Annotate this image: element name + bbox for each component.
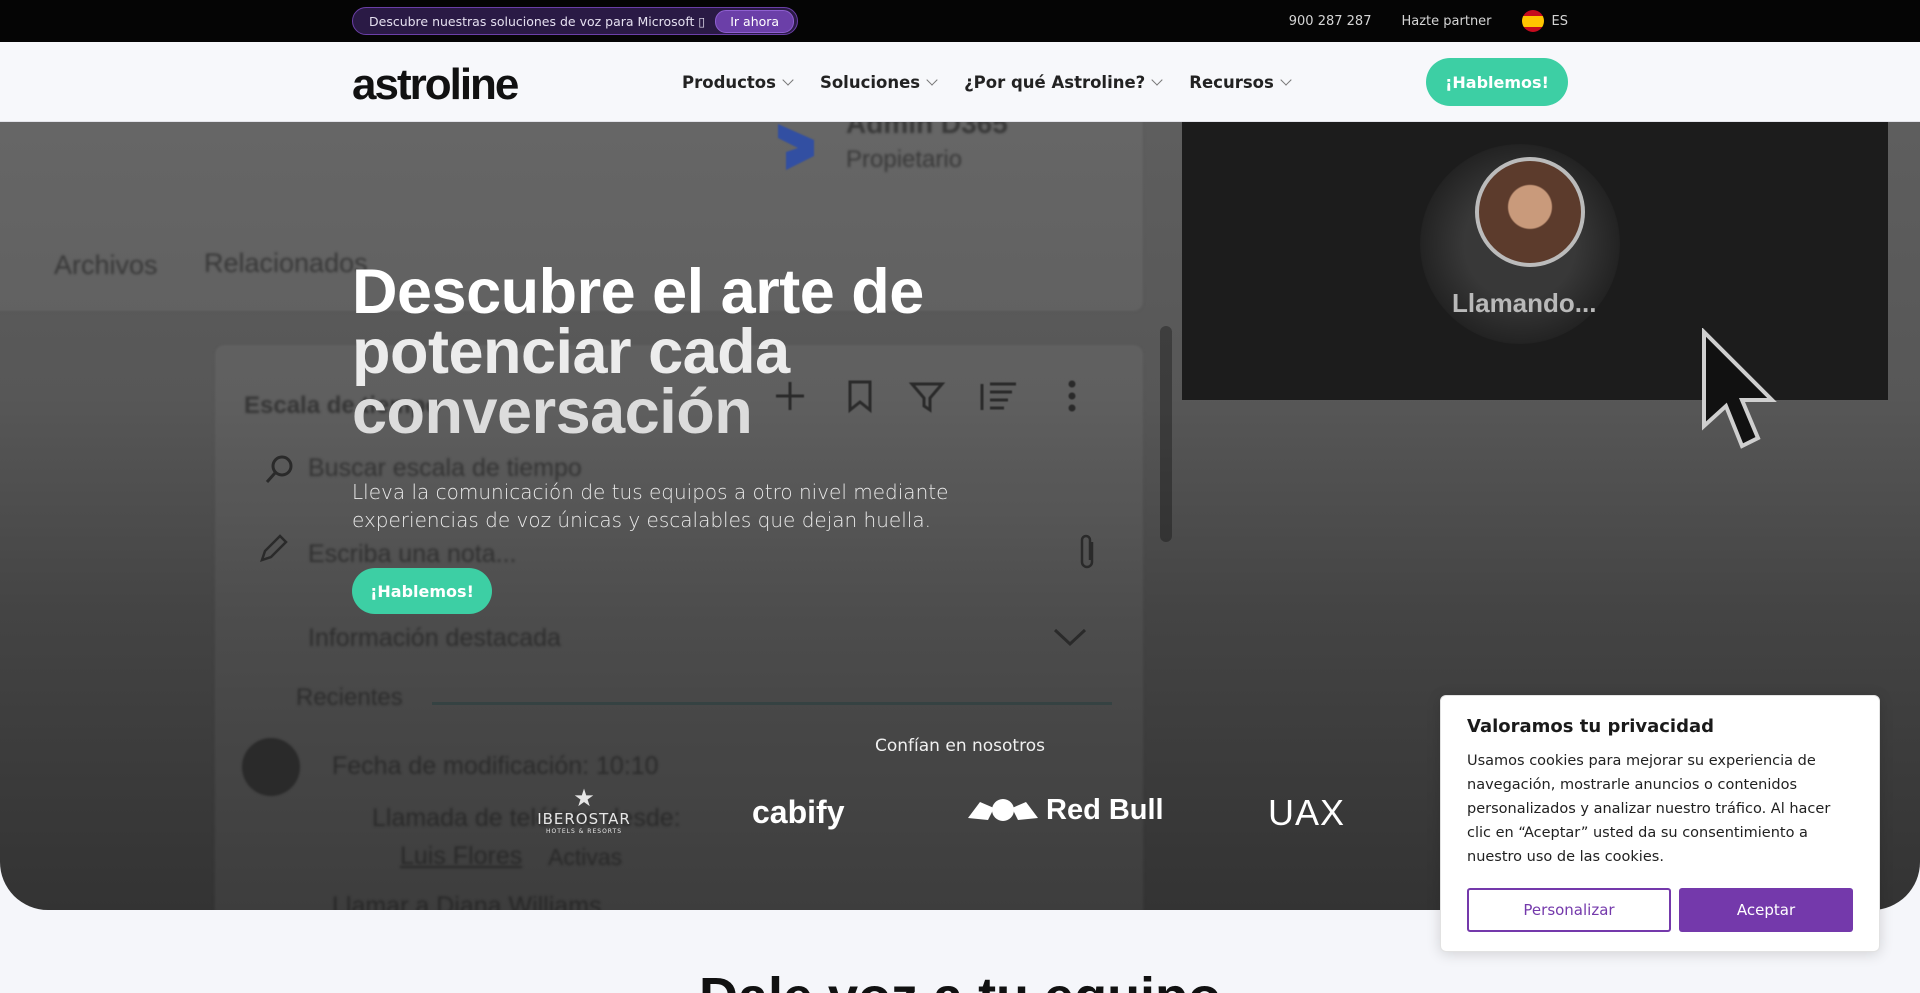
cabify-logo: cabify [752, 794, 845, 830]
nav-label: Recursos [1189, 72, 1274, 92]
promo-cta-button[interactable]: Ir ahora [715, 9, 795, 33]
bg-scrollbar [1160, 326, 1172, 542]
star-icon: ★ [573, 784, 595, 812]
chevron-down-icon [782, 74, 794, 86]
chevron-down-icon [926, 74, 938, 86]
header-contact-button[interactable]: ¡Hablemos! [1426, 58, 1568, 106]
redbull-logo: Red Bull [966, 792, 1164, 828]
chevron-down-icon [1280, 74, 1292, 86]
nav-recursos[interactable]: Recursos [1189, 72, 1292, 92]
bg-highlight-label: Información destacada [308, 624, 561, 652]
bg-admin-label: Admin D365 [846, 122, 1008, 139]
iberostar-name: IBEROSTAR [537, 810, 631, 828]
hero-contact-button[interactable]: ¡Hablemos! [352, 568, 492, 614]
phone-link[interactable]: 900 287 287 [1289, 14, 1372, 29]
promo-text: Descubre nuestras soluciones de voz para… [369, 13, 706, 29]
nav-productos[interactable]: Productos [682, 72, 794, 92]
hero-title: Descubre el arte de potenciar cada conve… [352, 257, 1032, 447]
nav-por-que-astroline[interactable]: ¿Por qué Astroline? [964, 72, 1163, 92]
site-header: astroline Productos Soluciones ¿Por qué … [0, 42, 1920, 122]
language-selector[interactable]: ES [1521, 10, 1568, 32]
cookie-customize-button[interactable]: Personalizar [1467, 888, 1671, 932]
cookie-title: Valoramos tu privacidad [1467, 716, 1715, 737]
main-nav: Productos Soluciones ¿Por qué Astroline?… [682, 42, 1292, 122]
bg-call-to-label: Llamar a Diana Williams [332, 892, 602, 910]
redbull-bulls-icon [968, 799, 1038, 821]
bg-tab-related: Relacionados [204, 248, 368, 278]
bg-search-icon [265, 455, 293, 483]
hero-title-line2: potenciar cada [352, 317, 790, 387]
redbull-name: Red Bull [1046, 793, 1164, 826]
cookie-accept-button[interactable]: Aceptar [1679, 888, 1853, 932]
hero-title-line3: conversación [352, 377, 753, 447]
promo-banner[interactable]: Descubre nuestras soluciones de voz para… [352, 7, 799, 35]
announcement-bar: Descubre nuestras soluciones de voz para… [0, 0, 1920, 42]
cursor-arrow-icon [1702, 328, 1777, 449]
iberostar-tagline: HOTELS & RESORTS [545, 828, 623, 835]
cookie-consent-dialog: Valoramos tu privacidad Usamos cookies p… [1440, 695, 1880, 952]
hero-title-line1: Descubre el arte de [352, 257, 924, 327]
bg-active-label: Activas [548, 844, 623, 870]
bg-tab-files: Archivos [54, 250, 158, 280]
bg-contact-label: Luis Flores [400, 842, 523, 870]
astroline-logo[interactable]: astroline [352, 60, 519, 110]
chevron-down-icon [1151, 74, 1163, 86]
bg-caller-avatar [1475, 157, 1585, 267]
partner-link[interactable]: Hazte partner [1401, 14, 1491, 29]
hero-subtitle: Lleva la comunicación de tus equipos a o… [352, 480, 949, 532]
bg-pencil-icon [260, 534, 288, 562]
iberostar-logo: ★ IBEROSTAR HOTELS & RESORTS [534, 786, 634, 835]
bg-modified-label: Fecha de modificación: 10:10 [332, 752, 659, 780]
dynamics-logo-icon [778, 124, 814, 170]
language-label: ES [1551, 13, 1568, 29]
bg-calling-label: Llamando... [1452, 288, 1597, 318]
bg-recent-label: Recientes [296, 684, 403, 711]
uax-logo: UAX [1268, 792, 1346, 833]
nav-label: ¿Por qué Astroline? [964, 72, 1146, 92]
bg-divider [432, 702, 1112, 705]
section-title: Dale voz a tu equipo [0, 966, 1920, 993]
spain-flag-icon [1521, 10, 1544, 32]
bg-attach-icon [1080, 534, 1094, 569]
bg-note-placeholder: Escriba una nota... [308, 540, 517, 568]
nav-soluciones[interactable]: Soluciones [819, 72, 938, 92]
nav-label: Productos [682, 72, 776, 92]
bg-owner-label: Propietario [846, 146, 963, 173]
bg-chevron-icon [1053, 628, 1087, 647]
cookie-body: Usamos cookies para mejorar su experienc… [1467, 753, 1831, 865]
nav-label: Soluciones [819, 72, 921, 92]
